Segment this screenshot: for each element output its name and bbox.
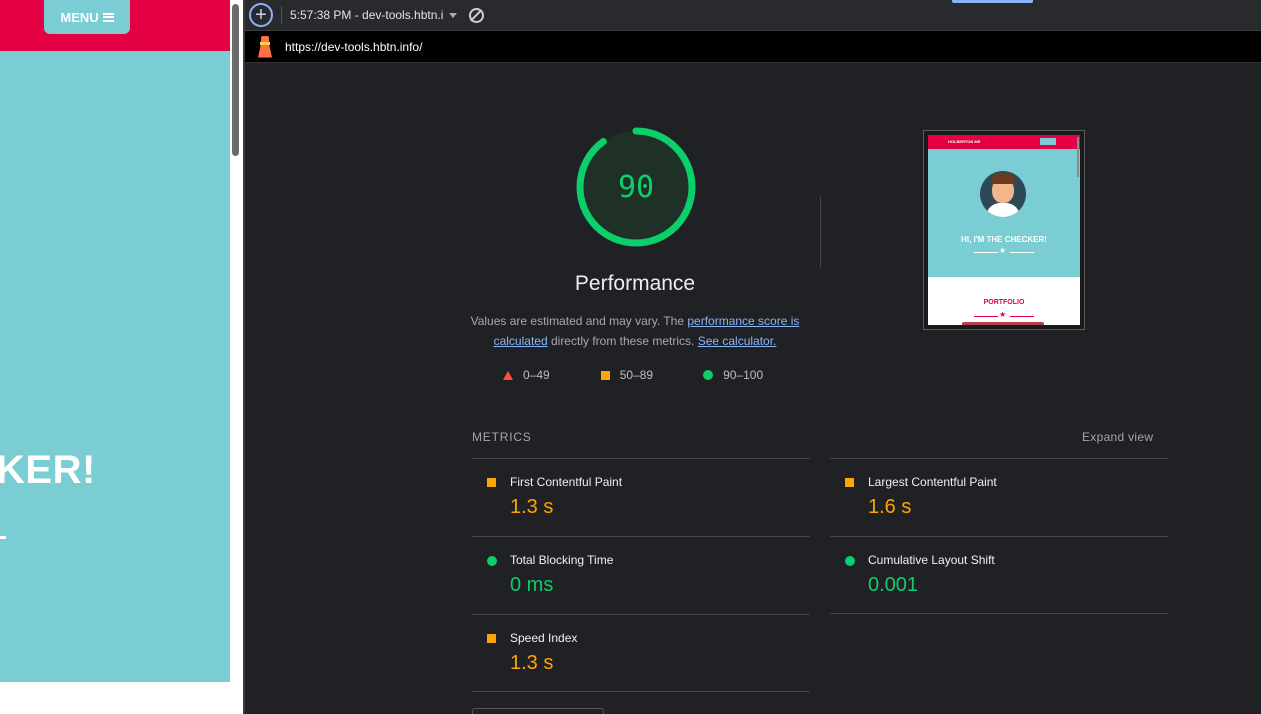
legend-average-label: 50–89 — [619, 368, 654, 382]
chevron-down-icon — [449, 12, 458, 18]
screen: MENU KER! + 5:57:38 PM - dev-tools.hbtn.… — [0, 0, 1261, 714]
metric-value: 1.6 s — [868, 496, 912, 518]
metric-name: Total Blocking Time — [510, 553, 614, 567]
new-report-button[interactable]: + — [249, 3, 273, 27]
thumb-brand: HOLBERTON ME — [948, 139, 981, 144]
circle-icon — [487, 556, 497, 566]
performance-score: 90 — [617, 169, 655, 205]
metric-cumulative-layout-shift[interactable]: Cumulative Layout Shift 0.001 — [830, 536, 1168, 614]
metric-name: Speed Index — [510, 631, 578, 645]
hamburger-icon — [102, 12, 114, 22]
metric-name: First Contentful Paint — [510, 475, 623, 489]
hero-divider — [0, 536, 6, 539]
summary-divider — [820, 196, 821, 268]
lighthouse-toolbar: + 5:57:38 PM - dev-tools.hbtn.i — [245, 0, 1261, 31]
performance-description: Values are estimated and may vary. The p… — [467, 311, 803, 351]
description-text: Values are estimated and may vary. The — [470, 314, 688, 328]
final-screenshot[interactable]: HOLBERTON ME HI, I'M THE CHECKER! ★ PORT… — [923, 130, 1085, 330]
thumb-portfolio-image — [962, 322, 1044, 325]
thumb-portfolio-divider-right — [1010, 316, 1034, 317]
site-hero — [0, 51, 230, 682]
site-preview: MENU KER! — [0, 0, 230, 714]
report-selector[interactable]: 5:57:38 PM - dev-tools.hbtn.i — [290, 8, 458, 22]
metric-speed-index[interactable]: Speed Index 1.3 s — [472, 614, 810, 692]
triangle-icon — [503, 370, 513, 380]
metric-first-contentful-paint[interactable]: First Contentful Paint 1.3 s — [472, 458, 810, 536]
circle-icon — [845, 556, 855, 566]
metrics-divider — [472, 691, 810, 692]
menu-label: MENU — [60, 9, 99, 25]
view-treemap-button[interactable] — [472, 708, 604, 714]
star-icon: ★ — [999, 310, 1007, 319]
screenshot-image: HOLBERTON ME HI, I'M THE CHECKER! ★ PORT… — [928, 135, 1080, 325]
tab-indicator — [952, 0, 1033, 3]
thumb-portfolio: PORTFOLIO — [983, 299, 1025, 306]
legend-fail: 0–49 — [503, 368, 550, 382]
avatar — [980, 171, 1026, 217]
metric-value: 1.3 s — [510, 652, 554, 674]
thumb-hero-text: HI, I'M THE CHECKER! — [961, 235, 1047, 244]
square-icon — [487, 478, 496, 487]
square-icon — [487, 634, 496, 643]
thumb-header: HOLBERTON ME — [928, 135, 1080, 149]
report-selector-label: 5:57:38 PM - dev-tools.hbtn.i — [290, 8, 444, 22]
metric-name: Largest Contentful Paint — [868, 475, 997, 489]
menu-button[interactable]: MENU — [44, 0, 130, 34]
metrics-heading: METRICS — [472, 430, 532, 444]
star-icon: ★ — [999, 246, 1007, 255]
hero-heading: KER! — [0, 448, 96, 492]
metric-value: 0 ms — [510, 574, 554, 596]
thumb-divider-left — [974, 252, 998, 253]
square-icon — [845, 478, 854, 487]
thumb-scrollbar — [1077, 137, 1079, 177]
thumb-menu-button — [1040, 138, 1056, 145]
metrics-divider — [830, 613, 1168, 614]
metric-name: Cumulative Layout Shift — [868, 553, 995, 567]
performance-gauge[interactable]: 90 — [575, 126, 697, 248]
devtools-panel: + 5:57:38 PM - dev-tools.hbtn.i https://… — [245, 0, 1261, 714]
plus-icon: + — [255, 4, 267, 26]
thumb-portfolio-divider-left — [974, 316, 998, 317]
description-text-2: directly from these metrics. — [547, 334, 698, 348]
metric-largest-contentful-paint[interactable]: Largest Contentful Paint 1.6 s — [830, 458, 1168, 536]
metric-value: 1.3 s — [510, 496, 554, 518]
circle-icon — [703, 370, 714, 380]
toolbar-separator — [281, 6, 282, 24]
expand-view-toggle[interactable]: Expand view — [1082, 430, 1153, 444]
clear-all-icon[interactable] — [469, 7, 485, 23]
lighthouse-icon — [257, 35, 273, 58]
metric-value: 0.001 — [868, 574, 919, 596]
legend-fail-label: 0–49 — [523, 368, 550, 382]
report-url-bar: https://dev-tools.hbtn.info/ — [245, 31, 1261, 63]
legend-average: 50–89 — [600, 368, 654, 382]
page-scrollbar[interactable] — [232, 4, 239, 156]
legend-pass-label: 90–100 — [723, 368, 764, 382]
report-url[interactable]: https://dev-tools.hbtn.info/ — [285, 40, 422, 54]
metric-total-blocking-time[interactable]: Total Blocking Time 0 ms — [472, 536, 810, 614]
score-legend: 0–49 50–89 90–100 — [503, 368, 763, 382]
legend-pass: 90–100 — [703, 368, 763, 382]
site-header: MENU — [0, 0, 230, 51]
thumb-divider-right — [1010, 252, 1034, 253]
see-calculator-link[interactable]: See calculator. — [698, 334, 777, 348]
performance-title: Performance — [574, 272, 696, 295]
square-icon — [600, 370, 610, 380]
